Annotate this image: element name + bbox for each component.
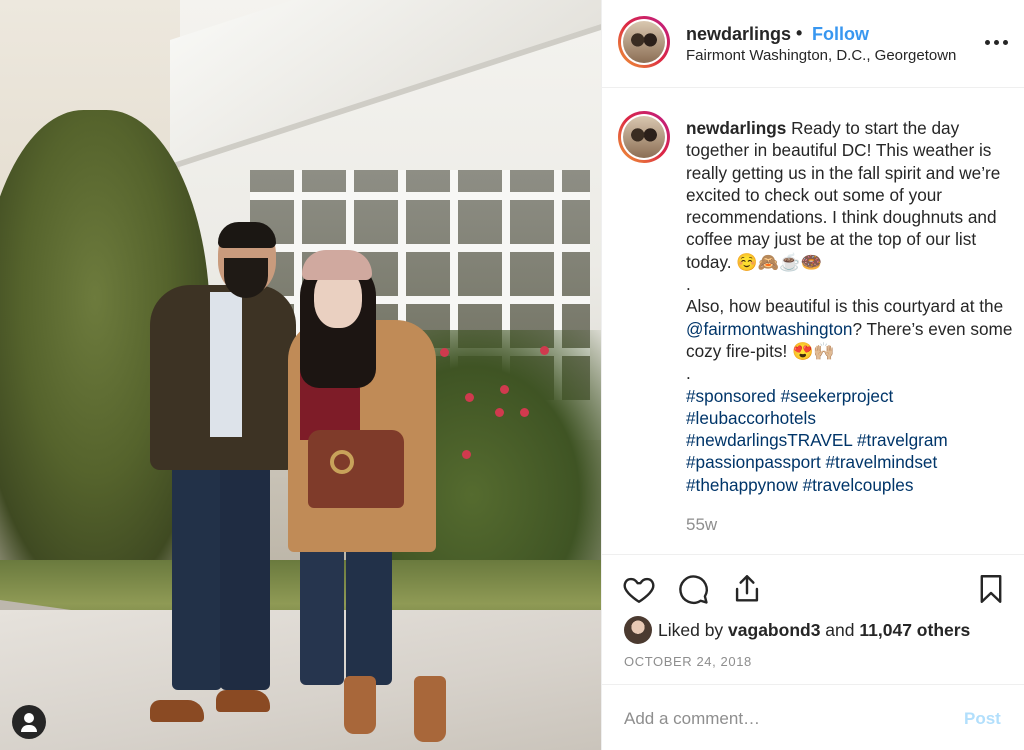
beret [302,250,372,280]
hashtag-link[interactable]: #newdarlingsTRAVEL #travelgram [686,429,1016,451]
rose-flower [465,393,474,402]
caption-dot: . [686,274,691,295]
rose-flower [540,346,549,355]
comment-input[interactable] [624,707,944,731]
man-jeans [220,445,270,690]
man-shirt [210,292,242,437]
avatar-image [623,21,665,63]
post-comment-button[interactable]: Post [964,709,1001,729]
hashtag-link[interactable]: #thehappynow #travelcouples [686,474,1016,496]
caption-avatar[interactable] [618,111,670,163]
liker-avatar[interactable] [624,616,652,644]
post-caption: newdarlings Ready to start the day toget… [686,117,1016,496]
bookmark-icon[interactable] [974,572,1008,606]
hashtag-link[interactable]: #leubaccorhotels [686,407,1016,429]
location-link[interactable]: Fairmont Washington, D.C., Georgetown [686,47,956,64]
header-separator: • [796,23,803,43]
post-header: newdarlings • Follow Fairmont Washington… [602,0,1024,88]
man-shoe [216,690,270,712]
rose-flower [495,408,504,417]
man-shoe [150,700,204,722]
likes-count[interactable]: 11,047 others [859,620,970,640]
profile-avatar[interactable] [618,16,670,68]
caption-text: Ready to start the day together in beaut… [686,118,1001,272]
comment-bar: Post [602,684,1024,750]
handbag-ring [330,450,354,474]
man-hair [218,222,276,248]
share-icon[interactable] [730,572,764,606]
heart-icon[interactable] [622,572,656,606]
caption-text: Also, how beautiful is this courtyard at… [686,296,1004,317]
caption-username[interactable]: newdarlings [686,118,786,138]
comment-icon[interactable] [676,572,710,606]
likes-summary: Liked by vagabond3 and 11,047 others [624,616,1024,644]
rose-flower [440,348,449,357]
handbag [308,430,404,508]
caption-dot: . [686,363,691,384]
action-bar [602,556,1024,616]
woman-boot [414,676,446,742]
woman-boot [344,676,376,734]
rose-flower [520,408,529,417]
post-photo[interactable] [0,0,601,750]
avatar-image [623,116,665,158]
rose-flower [462,450,471,459]
likes-middle: and [820,620,860,640]
rose-flower [500,385,509,394]
likes-text: Liked by vagabond3 and 11,047 others [658,620,970,641]
hashtag-link[interactable]: #sponsored #seekerproject [686,385,1016,407]
more-options-icon[interactable] [984,32,1008,52]
man-jeans [172,445,222,690]
header-username[interactable]: newdarlings [686,24,791,45]
hashtag-link[interactable]: #passionpassport #travelmindset [686,451,1016,473]
post-sidebar: newdarlings • Follow Fairmont Washington… [601,0,1024,750]
liker-username[interactable]: vagabond3 [728,620,820,640]
tagged-users-icon[interactable] [12,705,46,739]
comments-section: newdarlings Ready to start the day toget… [602,89,1024,555]
mention-link[interactable]: @fairmontwashington [686,319,853,339]
follow-button[interactable]: Follow [812,24,869,45]
likes-prefix: Liked by [658,620,729,640]
post-date[interactable]: OCTOBER 24, 2018 [624,654,752,669]
caption-time[interactable]: 55w [686,515,717,535]
